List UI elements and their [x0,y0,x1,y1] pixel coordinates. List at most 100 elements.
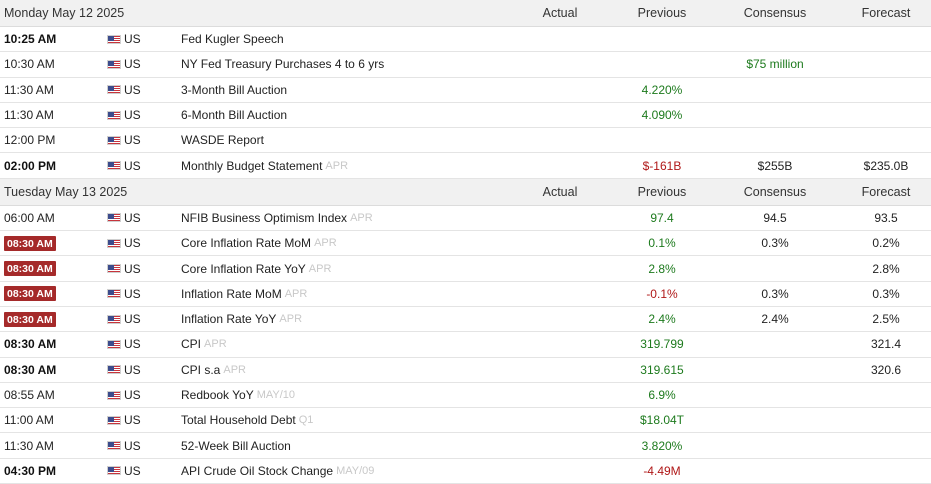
consensus-value [730,408,820,432]
actual-value [515,307,605,331]
actual-value [515,358,605,382]
column-header-consensus: Consensus [743,184,807,199]
event-name-link[interactable]: CPI [181,337,201,351]
event-time: 06:00 AM [4,210,55,225]
forecast-value: $235.0B [863,158,909,173]
country-flag-cell [107,128,121,152]
event-row[interactable]: 10:30 AM US NY Fed Treasury Purchases 4 to… [0,52,931,78]
event-name-cell[interactable]: Fed Kugler Speech [181,27,511,51]
event-row[interactable]: 08:30 AM US CPI s.a APR 319.615 320.6 [0,358,931,383]
previous-value: $-161B [642,158,682,173]
event-name-cell[interactable]: CPI APR [181,332,511,356]
event-row[interactable]: 08:30 AM US Core Inflation Rate MoM APR 0.1%… [0,231,931,257]
event-row[interactable]: 12:00 PM US WASDE Report [0,128,931,154]
event-row[interactable]: 10:25 AM US Fed Kugler Speech [0,27,931,53]
country-flag-cell [107,103,121,127]
event-name-link[interactable]: 52-Week Bill Auction [181,439,291,453]
country-code: US [124,362,141,377]
day-header-date: Tuesday May 13 2025 [4,184,128,199]
country-code: US [124,261,141,276]
event-name-cell[interactable]: Total Household Debt Q1 [181,408,511,432]
event-name-cell[interactable]: 6-Month Bill Auction [181,103,511,127]
country-code: US [124,312,141,327]
event-time-cell: 08:30 AM [4,231,100,255]
event-name-cell[interactable]: Inflation Rate MoM APR [181,282,511,306]
event-name-cell[interactable]: Redbook YoY MAY/10 [181,383,511,407]
column-header-consensus: Consensus [743,6,807,20]
previous-value: 6.9% [648,388,676,402]
event-name-link[interactable]: API Crude Oil Stock Change [181,464,333,478]
previous-value: 0.1% [648,236,676,251]
event-reference-period: MAY/09 [336,464,375,477]
event-name-cell[interactable]: Core Inflation Rate MoM APR [181,231,511,255]
event-row[interactable]: 04:30 PM US API Crude Oil Stock Change MAY/… [0,459,931,484]
us-flag-icon [107,466,121,476]
event-row[interactable]: 11:30 AM US 6-Month Bill Auction 4.090% [0,103,931,129]
event-name-link[interactable]: Redbook YoY [181,388,254,402]
previous-value: $18.04T [639,413,685,428]
event-name-cell[interactable]: Inflation Rate YoY APR [181,307,511,331]
event-row[interactable]: 06:00 AM US NFIB Business Optimism Index AP… [0,206,931,232]
event-name-cell[interactable]: API Crude Oil Stock Change MAY/09 [181,459,511,483]
event-name-link[interactable]: Inflation Rate MoM [181,287,282,301]
event-name-cell[interactable]: 52-Week Bill Auction [181,433,511,457]
column-header-forecast: Forecast [861,184,911,199]
event-reference-period: APR [308,262,332,275]
forecast-value: 93.5 [874,210,898,225]
consensus-value [730,27,820,51]
country-flag-cell [107,256,121,280]
event-row[interactable]: 08:30 AM US CPI APR 319.799 321.4 [0,332,931,358]
event-name-link[interactable]: Monthly Budget Statement [181,159,322,173]
event-name-cell[interactable]: Core Inflation Rate YoY APR [181,256,511,280]
event-row[interactable]: 11:00 AM US Total Household Debt Q1 $18.04T [0,408,931,434]
event-name-link[interactable]: 3-Month Bill Auction [181,83,287,97]
event-row[interactable]: 11:30 AM US 3-Month Bill Auction 4.220% [0,78,931,103]
forecast-value [840,128,931,152]
event-row[interactable]: 11:30 AM US 52-Week Bill Auction 3.820% [0,433,931,459]
event-row[interactable]: 08:30 AM US Core Inflation Rate YoY APR 2.8%… [0,256,931,282]
previous-value: 2.8% [648,261,676,276]
event-name-link[interactable]: Fed Kugler Speech [181,32,284,46]
country-flag-cell [107,206,121,230]
event-row[interactable]: 08:30 AM US Inflation Rate YoY APR 2.4% 2.4% 2… [0,307,931,333]
event-time: 11:30 AM [4,82,54,97]
column-header-previous: Previous [637,6,687,20]
country-code: US [124,286,141,301]
consensus-value [730,358,820,382]
event-name-cell[interactable]: 3-Month Bill Auction [181,78,511,102]
event-name-link[interactable]: Core Inflation Rate MoM [181,236,311,250]
event-name-cell[interactable]: CPI s.a APR [181,358,511,382]
event-name-cell[interactable]: NFIB Business Optimism Index APR [181,206,511,230]
event-name-link[interactable]: Total Household Debt [181,413,296,427]
us-flag-icon [107,59,121,69]
us-flag-icon [107,365,121,375]
event-name-link[interactable]: 6-Month Bill Auction [181,108,287,122]
event-time: 11:00 AM [4,413,54,428]
event-name-cell[interactable]: NY Fed Treasury Purchases 4 to 6 yrs [181,52,511,76]
event-name-cell[interactable]: Monthly Budget Statement APR [181,153,511,177]
event-name-link[interactable]: CPI s.a [181,363,220,377]
forecast-value: 2.5% [872,312,900,327]
previous-value: 4.090% [641,108,683,123]
event-row[interactable]: 02:00 PM US Monthly Budget Statement APR $-1… [0,153,931,179]
column-header-forecast: Forecast [861,6,911,20]
event-name-link[interactable]: Inflation Rate YoY [181,312,276,326]
forecast-value [840,383,931,407]
previous-value: 2.4% [648,312,676,327]
event-row[interactable]: 08:30 AM US Inflation Rate MoM APR -0.1% 0.3%… [0,282,931,307]
event-reference-period: APR [325,159,349,172]
event-name-link[interactable]: Core Inflation Rate YoY [181,262,306,276]
event-name-link[interactable]: NY Fed Treasury Purchases 4 to 6 yrs [181,57,384,71]
event-row[interactable]: 08:55 AM US Redbook YoY MAY/10 6.9% [0,383,931,409]
economic-calendar-table: Monday May 12 2025 Actual Previous Consensu… [0,0,931,484]
event-time-badge: 08:30 AM [4,261,56,277]
event-time-cell: 04:30 PM [4,459,100,483]
event-name-link[interactable]: WASDE Report [181,133,264,147]
event-name-cell[interactable]: WASDE Report [181,128,511,152]
us-flag-icon [107,34,121,44]
forecast-value [840,52,931,76]
event-name-link[interactable]: NFIB Business Optimism Index [181,211,347,225]
country-code: US [124,133,141,148]
previous-value [617,27,707,51]
us-flag-icon [107,110,121,120]
